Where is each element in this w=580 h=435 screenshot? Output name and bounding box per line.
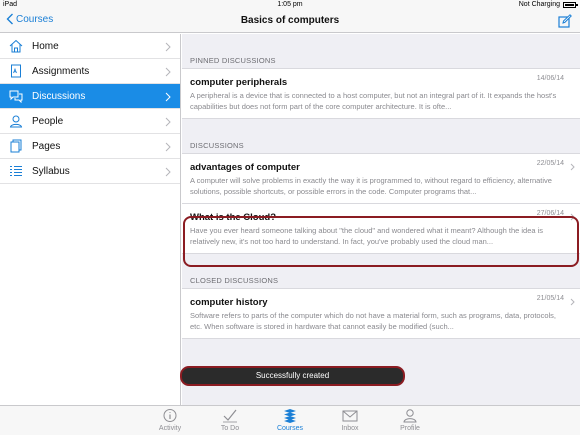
assignments-icon: [11, 64, 21, 78]
tab-todo[interactable]: To Do: [205, 408, 255, 432]
discussions-list: PINNED DISCUSSIONS computer peripherals …: [182, 34, 580, 405]
navigation-bar: Courses Basics of computers: [0, 9, 580, 33]
syllabus-icon: [10, 166, 22, 176]
toast-message: Successfully created: [180, 366, 405, 386]
discussion-title: advantages of computer: [190, 162, 300, 173]
discussion-excerpt: Software refers to parts of the computer…: [190, 311, 557, 331]
sidebar-item-label: Syllabus: [32, 166, 70, 177]
profile-icon: [403, 409, 417, 423]
compose-icon[interactable]: [558, 14, 572, 28]
tab-activity[interactable]: Activity: [145, 408, 195, 432]
people-icon: [9, 115, 23, 128]
tab-label: Activity: [158, 425, 182, 432]
chevron-right-icon: [570, 213, 575, 221]
chevron-right-icon: [165, 117, 171, 127]
page-title: Basics of computers: [240, 15, 340, 26]
sidebar-item-pages[interactable]: Pages: [0, 134, 180, 159]
course-sidebar: Home Assignments Discussions People Page…: [0, 34, 181, 405]
discussion-date: 14/06/14: [536, 75, 564, 82]
chevron-right-icon: [165, 42, 171, 52]
battery-status-text: Not Charging: [518, 1, 560, 8]
inbox-icon: [342, 410, 358, 422]
sidebar-item-label: Pages: [32, 141, 61, 152]
chevron-right-icon: [165, 142, 171, 152]
courses-icon: [284, 409, 296, 423]
activity-icon: [163, 409, 177, 422]
chevron-right-icon: [570, 163, 575, 171]
discussion-excerpt: A peripheral is a device that is connect…: [190, 91, 557, 111]
discussion-date: 27/06/14: [536, 210, 564, 217]
discussion-excerpt: A computer will solve problems in exactl…: [190, 176, 552, 196]
chevron-right-icon: [165, 67, 171, 77]
todo-icon: [223, 409, 237, 423]
sidebar-item-label: Assignments: [32, 66, 90, 77]
tab-inbox[interactable]: Inbox: [325, 408, 375, 432]
discussion-date: 21/05/14: [536, 295, 564, 302]
section-header-closed: CLOSED DISCUSSIONS: [190, 276, 279, 285]
tab-label: Profile: [400, 425, 420, 432]
discussion-item[interactable]: computer history 21/05/14 Software refer…: [182, 288, 580, 339]
tab-bar: Activity To Do Courses Inbox Profile: [0, 405, 580, 435]
sidebar-item-people[interactable]: People: [0, 109, 180, 134]
home-icon: [9, 39, 23, 53]
tab-label: Courses: [276, 425, 304, 432]
sidebar-item-label: People: [32, 116, 64, 127]
chevron-right-icon: [570, 298, 575, 306]
tab-profile[interactable]: Profile: [385, 408, 435, 432]
discussions-icon: [9, 90, 23, 103]
battery-icon: [563, 1, 578, 8]
tab-label: Inbox: [341, 425, 359, 432]
section-header-pinned: PINNED DISCUSSIONS: [190, 56, 276, 65]
sidebar-item-home[interactable]: Home: [0, 34, 180, 59]
discussion-excerpt: Have you ever heard someone talking abou…: [190, 226, 544, 246]
tab-courses[interactable]: Courses: [265, 408, 315, 432]
status-time: 1:05 pm: [277, 1, 303, 8]
discussion-date: 22/05/14: [536, 160, 564, 167]
sidebar-item-discussions[interactable]: Discussions: [0, 84, 180, 109]
sidebar-item-label: Discussions: [32, 91, 86, 102]
section-header-discussions: DISCUSSIONS: [190, 141, 244, 150]
discussion-title: What is the Cloud?: [190, 212, 277, 223]
chevron-right-icon: [165, 92, 171, 102]
sidebar-item-syllabus[interactable]: Syllabus: [0, 159, 180, 184]
chevron-right-icon: [165, 167, 171, 177]
battery-status: Not Charging: [518, 0, 578, 9]
status-bar: iPad 1:05 pm Not Charging: [0, 0, 580, 9]
discussion-item[interactable]: computer peripherals 14/06/14 A peripher…: [182, 68, 580, 119]
sidebar-item-label: Home: [32, 41, 59, 52]
discussion-item[interactable]: advantages of computer 22/05/14 A comput…: [182, 153, 580, 204]
discussion-title: computer history: [190, 297, 268, 308]
pages-icon: [10, 139, 22, 153]
sidebar-item-assignments[interactable]: Assignments: [0, 59, 180, 84]
discussion-item[interactable]: What is the Cloud? 27/06/14 Have you eve…: [182, 204, 580, 254]
discussion-title: computer peripherals: [190, 77, 288, 88]
tab-label: To Do: [220, 425, 240, 432]
